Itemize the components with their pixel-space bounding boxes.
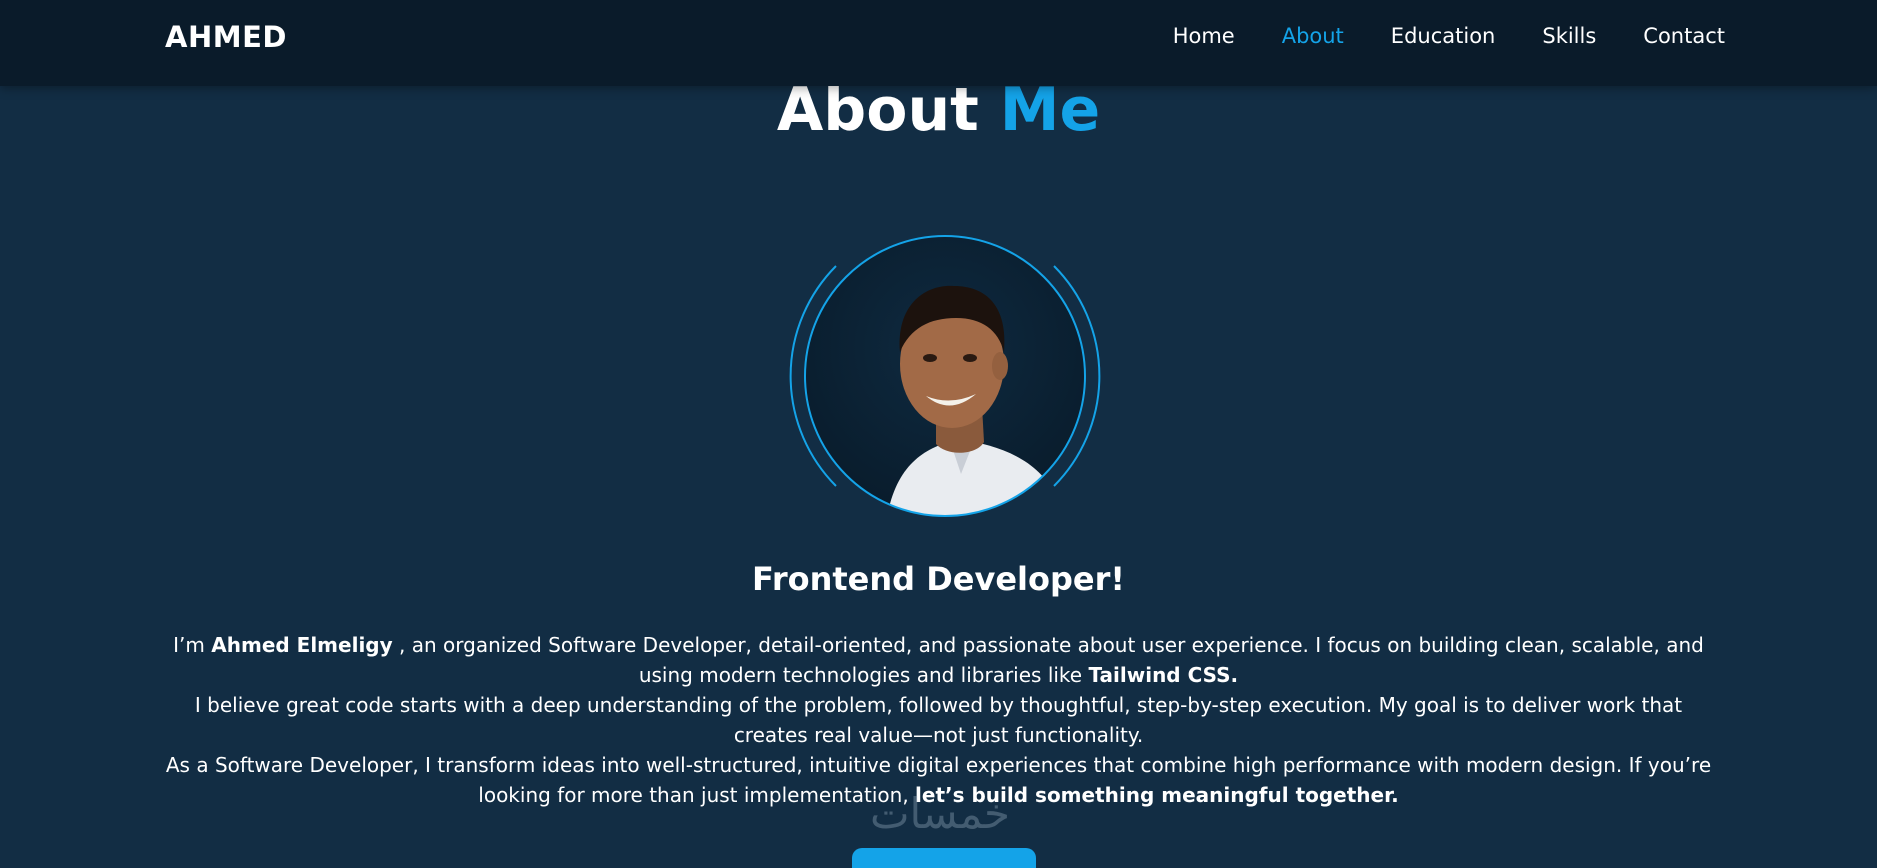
nav-link-contact[interactable]: Contact — [1643, 24, 1725, 48]
nav-link-skills[interactable]: Skills — [1542, 24, 1596, 48]
cta-button[interactable] — [852, 848, 1036, 868]
bio-name: Ahmed Elmeligy — [211, 633, 393, 657]
site-logo[interactable]: AHMED — [165, 20, 287, 54]
nav-link-about[interactable]: About — [1282, 24, 1344, 48]
bio-paragraph-2: I believe great code starts with a deep … — [194, 693, 1683, 747]
bio-tech: Tailwind CSS. — [1088, 663, 1239, 687]
bio-text: I’m Ahmed Elmeligy , an organized Softwa… — [160, 630, 1717, 810]
role-subtitle: Frontend Developer! — [752, 560, 1125, 598]
watermark-logo: خمسات — [870, 789, 1010, 838]
bio-paragraph-1: I’m Ahmed Elmeligy , an organized Softwa… — [160, 630, 1717, 690]
avatar-illustration — [789, 235, 1101, 517]
navbar: AHMED Home About Education Skills Contac… — [0, 0, 1877, 86]
nav-link-education[interactable]: Education — [1391, 24, 1496, 48]
watermark-text: خمسات — [870, 789, 1010, 838]
bio-p1-mid: , an organized Software Developer, detai… — [392, 633, 1704, 687]
profile-avatar — [786, 234, 1104, 518]
nav-link-home[interactable]: Home — [1173, 24, 1235, 48]
nav-links: Home About Education Skills Contact — [1173, 24, 1725, 48]
bio-p1-pre: I’m — [173, 633, 212, 657]
